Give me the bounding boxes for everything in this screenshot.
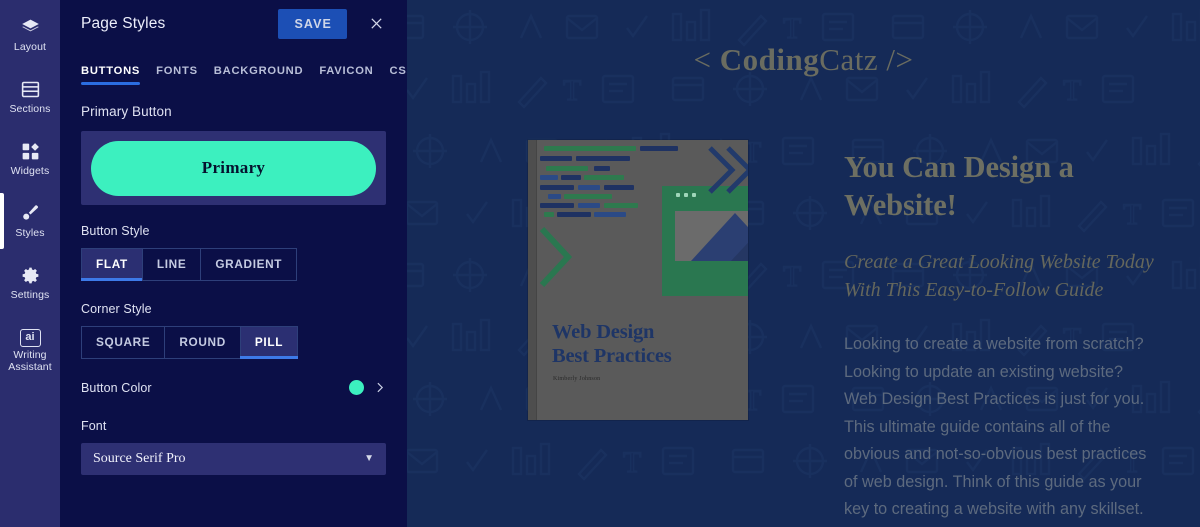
- logo-close-bracket: />: [878, 42, 914, 77]
- button-color-label: Button Color: [81, 380, 152, 395]
- primary-button-preview: Primary: [81, 131, 386, 205]
- layers-icon: [19, 17, 41, 39]
- sidebar-item-label: Settings: [10, 288, 50, 301]
- panel-body: Primary Button Primary Button Style FLAT…: [60, 85, 407, 475]
- gear-icon: [19, 265, 41, 287]
- logo-bold-word: Coding: [719, 42, 820, 77]
- hero-subheading: Create a Great Looking Website Today Wit…: [844, 251, 1154, 301]
- logo-open-bracket: <: [693, 42, 720, 77]
- tab-buttons[interactable]: BUTTONS: [81, 65, 141, 85]
- button-style-option-gradient[interactable]: GRADIENT: [200, 248, 298, 281]
- close-icon[interactable]: [365, 13, 387, 35]
- sidebar-item-label: Writing Assistant: [8, 349, 52, 373]
- sidebar-item-writing-assistant[interactable]: ai Writing Assistant: [0, 314, 60, 388]
- app-root: Layout Sections Widgets Styles Settings …: [0, 0, 1200, 527]
- sidebar-item-styles[interactable]: Styles: [0, 190, 60, 252]
- sidebar-item-widgets[interactable]: Widgets: [0, 128, 60, 190]
- chevron-down-icon: ▼: [364, 453, 374, 464]
- page-title: Page Styles: [81, 14, 166, 32]
- chevron-right-icon[interactable]: [373, 381, 386, 394]
- book-window-dots: [676, 193, 696, 197]
- tab-css[interactable]: CSS: [390, 65, 408, 85]
- logo-light-word: Catz: [819, 42, 879, 77]
- corner-style-option-pill[interactable]: PILL: [239, 326, 299, 359]
- ai-badge-icon: ai: [19, 329, 41, 347]
- font-label: Font: [81, 419, 107, 433]
- sidebar-item-label: Sections: [9, 102, 51, 115]
- primary-button-section-label: Primary Button: [81, 104, 172, 119]
- corner-style-option-round[interactable]: ROUND: [164, 326, 240, 359]
- save-button[interactable]: SAVE: [278, 8, 347, 39]
- book-cover-image: Web Design Best Practices Kimberly Johns…: [528, 140, 748, 420]
- sidebar-item-label: Styles: [15, 226, 45, 239]
- corner-style-label: Corner Style: [81, 302, 152, 316]
- panel-tabs: BUTTONS FONTS BACKGROUND FAVICON CSS: [60, 47, 407, 85]
- hero-heading: You Can Design a Website!: [844, 150, 1074, 222]
- button-style-segmented-control: FLAT LINE GRADIENT: [81, 248, 386, 281]
- sidebar-item-layout[interactable]: Layout: [0, 4, 60, 66]
- button-style-option-flat[interactable]: FLAT: [81, 248, 143, 281]
- sidebar-item-label: Widgets: [10, 164, 50, 177]
- sidebar-item-sections[interactable]: Sections: [0, 66, 60, 128]
- left-sidebar: Layout Sections Widgets Styles Settings …: [0, 0, 60, 527]
- sections-icon: [19, 79, 41, 101]
- tab-background[interactable]: BACKGROUND: [214, 65, 304, 85]
- book-author: Kimberly Johnson: [553, 376, 601, 382]
- book-chevron-top: [708, 146, 748, 194]
- hero-copy: You Can Design a Website! Create a Great…: [844, 148, 1154, 524]
- corner-style-option-square[interactable]: SQUARE: [81, 326, 165, 359]
- primary-button-sample[interactable]: Primary: [91, 140, 376, 196]
- corner-style-segmented-control: SQUARE ROUND PILL: [81, 326, 386, 359]
- page-styles-panel: Page Styles SAVE BUTTONS FONTS BACKGROUN…: [60, 0, 407, 527]
- book-image-placeholder: [675, 211, 748, 261]
- sidebar-item-settings[interactable]: Settings: [0, 252, 60, 314]
- site-preview-canvas: T < CodingCatz /> Web Design Best Practi…: [407, 0, 1200, 527]
- tab-favicon[interactable]: FAVICON: [319, 65, 373, 85]
- book-title-line2: Best Practices: [552, 345, 672, 367]
- book-chevron-left: [539, 226, 573, 288]
- hero-body-text: Looking to create a website from scratch…: [844, 335, 1147, 518]
- button-style-label: Button Style: [81, 224, 150, 238]
- button-style-option-line[interactable]: LINE: [141, 248, 201, 281]
- button-color-swatch[interactable]: [349, 380, 364, 395]
- sidebar-item-label: Layout: [13, 40, 47, 53]
- book-title-line1: Web Design: [552, 321, 655, 343]
- site-logo: < CodingCatz />: [407, 42, 1200, 78]
- font-select[interactable]: Source Serif Pro ▼: [81, 443, 386, 475]
- font-select-value: Source Serif Pro: [93, 451, 186, 466]
- tab-fonts[interactable]: FONTS: [156, 65, 198, 85]
- book-title: Web Design Best Practices: [552, 320, 672, 368]
- panel-header: Page Styles SAVE: [60, 0, 407, 47]
- button-color-row[interactable]: Button Color: [81, 380, 386, 395]
- book-cover: Web Design Best Practices Kimberly Johns…: [528, 140, 748, 420]
- paintbrush-icon: [19, 203, 41, 225]
- widgets-grid-icon: [19, 141, 41, 163]
